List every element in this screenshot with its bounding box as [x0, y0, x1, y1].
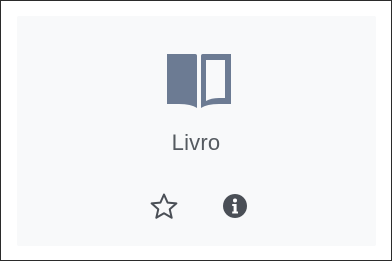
star-icon[interactable] [149, 192, 179, 220]
activity-title: Livro [171, 130, 221, 155]
book-open-icon [165, 50, 233, 112]
info-icon[interactable] [222, 193, 248, 219]
